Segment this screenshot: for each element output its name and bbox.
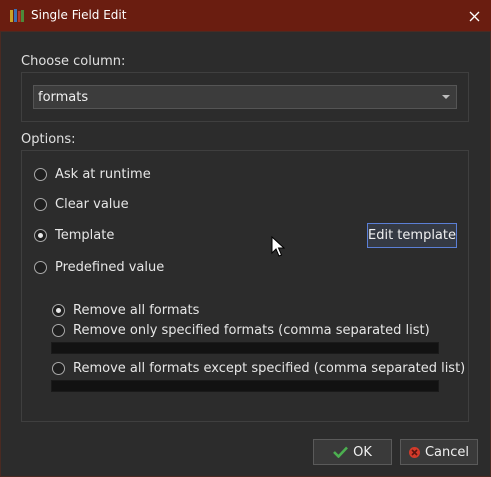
radio-remove-all-except-specified[interactable]: Remove all formats except specified (com… (52, 359, 465, 377)
radio-button[interactable] (34, 167, 47, 181)
radio-button[interactable] (34, 197, 47, 211)
radio-label: Template (55, 227, 115, 243)
radio-button-checked[interactable] (52, 303, 65, 317)
radio-remove-specified-formats[interactable]: Remove only specified formats (comma sep… (52, 321, 430, 339)
except-formats-input[interactable] (51, 380, 439, 392)
mouse-cursor-icon (271, 236, 285, 257)
title-bar: Single Field Edit (0, 0, 491, 31)
radio-label: Remove only specified formats (comma sep… (73, 322, 430, 338)
app-books-icon (10, 9, 24, 22)
column-select[interactable]: formats (33, 85, 457, 109)
close-icon (469, 11, 479, 21)
radio-remove-all-formats[interactable]: Remove all formats (52, 301, 199, 319)
checkmark-icon (333, 446, 349, 458)
radio-label: Remove all formats except specified (com… (73, 360, 466, 376)
ok-label: OK (353, 444, 372, 460)
options-label: Options: (21, 132, 76, 147)
radio-ask-at-runtime[interactable]: Ask at runtime (34, 165, 151, 183)
radio-label: Clear value (55, 196, 129, 212)
cancel-button[interactable]: Cancel (400, 439, 478, 465)
window-title: Single Field Edit (31, 8, 127, 22)
chevron-down-icon (442, 95, 450, 99)
specified-formats-input[interactable] (51, 342, 439, 354)
cancel-x-icon (408, 446, 420, 458)
radio-clear-value[interactable]: Clear value (34, 195, 129, 213)
radio-button-checked[interactable] (34, 228, 47, 242)
radio-template[interactable]: Template (34, 226, 114, 244)
edit-template-button[interactable]: Edit template (367, 223, 457, 248)
radio-predefined-value[interactable]: Predefined value (34, 258, 164, 276)
radio-label: Ask at runtime (55, 166, 151, 182)
choose-column-label: Choose column: (21, 54, 126, 69)
ok-button[interactable]: OK (313, 439, 392, 465)
close-button[interactable] (462, 6, 486, 26)
radio-label: Predefined value (55, 259, 165, 275)
column-select-value: formats (38, 90, 89, 105)
radio-button[interactable] (52, 361, 65, 375)
radio-label: Remove all formats (73, 302, 200, 318)
radio-button[interactable] (34, 260, 47, 274)
radio-button[interactable] (52, 323, 65, 337)
cancel-label: Cancel (424, 444, 470, 460)
